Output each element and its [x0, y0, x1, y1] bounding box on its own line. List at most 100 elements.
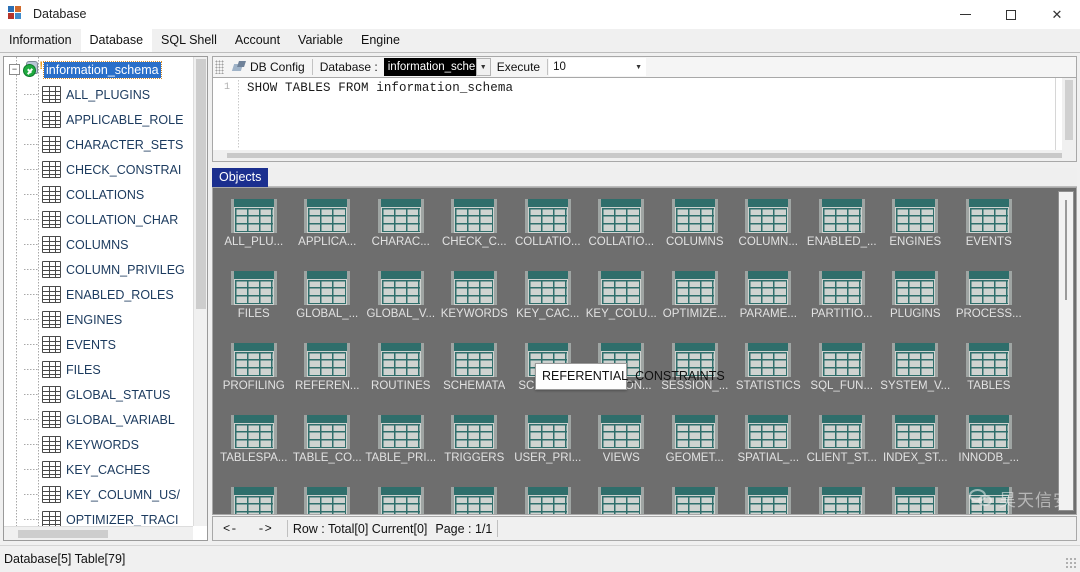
- object-item[interactable]: SPATIAL_...: [732, 409, 806, 481]
- object-item[interactable]: USER_PRI...: [511, 409, 585, 481]
- object-item[interactable]: APPLICA...: [291, 193, 365, 265]
- object-item[interactable]: KEYWORDS: [438, 265, 512, 337]
- object-item[interactable]: PROFILING: [217, 337, 291, 409]
- object-item[interactable]: STATISTICS: [732, 337, 806, 409]
- minimize-button[interactable]: [942, 0, 988, 29]
- tree-vertical-scrollbar[interactable]: [193, 57, 207, 526]
- limit-input[interactable]: 10: [549, 58, 632, 76]
- object-item[interactable]: TRIGGERS: [438, 409, 512, 481]
- tab-objects[interactable]: Objects: [212, 168, 269, 187]
- chevron-down-icon[interactable]: ▼: [475, 58, 491, 76]
- object-item[interactable]: CHECK_C...: [438, 193, 512, 265]
- tree-item[interactable]: EVENTS: [4, 332, 193, 357]
- tree-item[interactable]: GLOBAL_STATUS: [4, 382, 193, 407]
- tree-item[interactable]: KEY_CACHES: [4, 457, 193, 482]
- object-item[interactable]: COLUMN...: [732, 193, 806, 265]
- object-item[interactable]: TABLESPA...: [217, 409, 291, 481]
- database-select-value[interactable]: information_schei: [383, 58, 476, 76]
- object-item[interactable]: GLOBAL_...: [291, 265, 365, 337]
- sql-editor[interactable]: 1 SHOW TABLES FROM information_schema: [212, 78, 1077, 150]
- tree-item[interactable]: ALL_PLUGINS: [4, 82, 193, 107]
- object-item[interactable]: VIEWS: [585, 409, 659, 481]
- object-item[interactable]: [364, 481, 438, 514]
- tab-database[interactable]: Database: [80, 29, 153, 52]
- object-item[interactable]: ROUTINES: [364, 337, 438, 409]
- object-item[interactable]: SCHEMATA: [438, 337, 512, 409]
- object-item[interactable]: ENGINES: [879, 193, 953, 265]
- tree-horizontal-scrollbar[interactable]: [4, 526, 193, 540]
- editor-vertical-scrollbar[interactable]: [1062, 78, 1076, 150]
- maximize-button[interactable]: [988, 0, 1034, 29]
- tree-item[interactable]: ENGINES: [4, 307, 193, 332]
- object-item[interactable]: [952, 481, 1026, 514]
- tree-item[interactable]: COLUMN_PRIVILEG: [4, 257, 193, 282]
- next-page-button[interactable]: ->: [247, 522, 281, 536]
- object-item[interactable]: PROCESS...: [952, 265, 1026, 337]
- object-item[interactable]: TABLE_CO...: [291, 409, 365, 481]
- object-item[interactable]: GEOMET...: [658, 409, 732, 481]
- object-item[interactable]: [217, 481, 291, 514]
- close-icon[interactable]: ✕: [1034, 0, 1080, 29]
- object-item[interactable]: FILES: [217, 265, 291, 337]
- tree-item[interactable]: COLLATION_CHAR: [4, 207, 193, 232]
- object-item[interactable]: [732, 481, 806, 514]
- tree-node-information-schema[interactable]: − ! information_schema: [4, 57, 193, 82]
- object-item[interactable]: CHARAC...: [364, 193, 438, 265]
- object-item[interactable]: COLLATIO...: [511, 193, 585, 265]
- resize-grip-icon[interactable]: [1065, 557, 1077, 569]
- tree-hscroll-thumb[interactable]: [18, 530, 108, 538]
- object-item[interactable]: TABLES: [952, 337, 1026, 409]
- object-item[interactable]: GLOBAL_V...: [364, 265, 438, 337]
- object-item[interactable]: TABLE_PRI...: [364, 409, 438, 481]
- prev-page-button[interactable]: <-: [213, 522, 247, 536]
- object-item[interactable]: ALL_PLU...: [217, 193, 291, 265]
- object-item[interactable]: [658, 481, 732, 514]
- object-item[interactable]: REFEREN...: [291, 337, 365, 409]
- limit-chevron-down-icon[interactable]: ▼: [631, 58, 647, 76]
- object-item[interactable]: [585, 481, 659, 514]
- sql-text[interactable]: SHOW TABLES FROM information_schema: [247, 81, 513, 95]
- tree-item[interactable]: COLLATIONS: [4, 182, 193, 207]
- collapse-icon[interactable]: −: [9, 64, 20, 75]
- object-item[interactable]: SYSTEM_V...: [879, 337, 953, 409]
- tree-item[interactable]: ENABLED_ROLES: [4, 282, 193, 307]
- editor-hscroll-thumb[interactable]: [227, 153, 1062, 158]
- tree-item[interactable]: CHARACTER_SETS: [4, 132, 193, 157]
- object-item[interactable]: CLIENT_ST...: [805, 409, 879, 481]
- tab-sql-shell[interactable]: SQL Shell: [152, 29, 226, 52]
- object-item[interactable]: COLUMNS: [658, 193, 732, 265]
- object-item[interactable]: EVENTS: [952, 193, 1026, 265]
- tree-item[interactable]: KEY_COLUMN_US/: [4, 482, 193, 507]
- tab-variable[interactable]: Variable: [289, 29, 352, 52]
- toolbar-grip-icon[interactable]: [215, 60, 224, 74]
- object-item[interactable]: KEY_CAC...: [511, 265, 585, 337]
- db-config-button[interactable]: DB Config: [227, 57, 311, 77]
- object-item[interactable]: SQL_FUN...: [805, 337, 879, 409]
- object-item[interactable]: [438, 481, 512, 514]
- object-item[interactable]: OPTIMIZE...: [658, 265, 732, 337]
- object-item[interactable]: KEY_COLU...: [585, 265, 659, 337]
- tree-item[interactable]: KEYWORDS: [4, 432, 193, 457]
- object-item[interactable]: INNODB_...: [952, 409, 1026, 481]
- tree-item[interactable]: GLOBAL_VARIABL: [4, 407, 193, 432]
- objects-vertical-scrollbar[interactable]: [1058, 191, 1074, 511]
- object-item[interactable]: INDEX_ST...: [879, 409, 953, 481]
- tab-engine[interactable]: Engine: [352, 29, 409, 52]
- object-item[interactable]: [291, 481, 365, 514]
- object-item[interactable]: COLLATIO...: [585, 193, 659, 265]
- tab-account[interactable]: Account: [226, 29, 289, 52]
- tree-item[interactable]: OPTIMIZER_TRACI: [4, 507, 193, 526]
- object-item[interactable]: PARTITIO...: [805, 265, 879, 337]
- object-item[interactable]: [879, 481, 953, 514]
- tree-item[interactable]: CHECK_CONSTRAI: [4, 157, 193, 182]
- tree-vscroll-thumb[interactable]: [196, 59, 206, 309]
- object-item[interactable]: ENABLED_...: [805, 193, 879, 265]
- object-item[interactable]: PLUGINS: [879, 265, 953, 337]
- tree-item[interactable]: FILES: [4, 357, 193, 382]
- tab-information[interactable]: Information: [0, 29, 81, 52]
- object-item[interactable]: [511, 481, 585, 514]
- objects-vscroll-thumb[interactable]: [1065, 200, 1067, 300]
- editor-horizontal-scrollbar[interactable]: [212, 150, 1077, 162]
- editor-vscroll-thumb[interactable]: [1065, 80, 1073, 140]
- tree-item[interactable]: COLUMNS: [4, 232, 193, 257]
